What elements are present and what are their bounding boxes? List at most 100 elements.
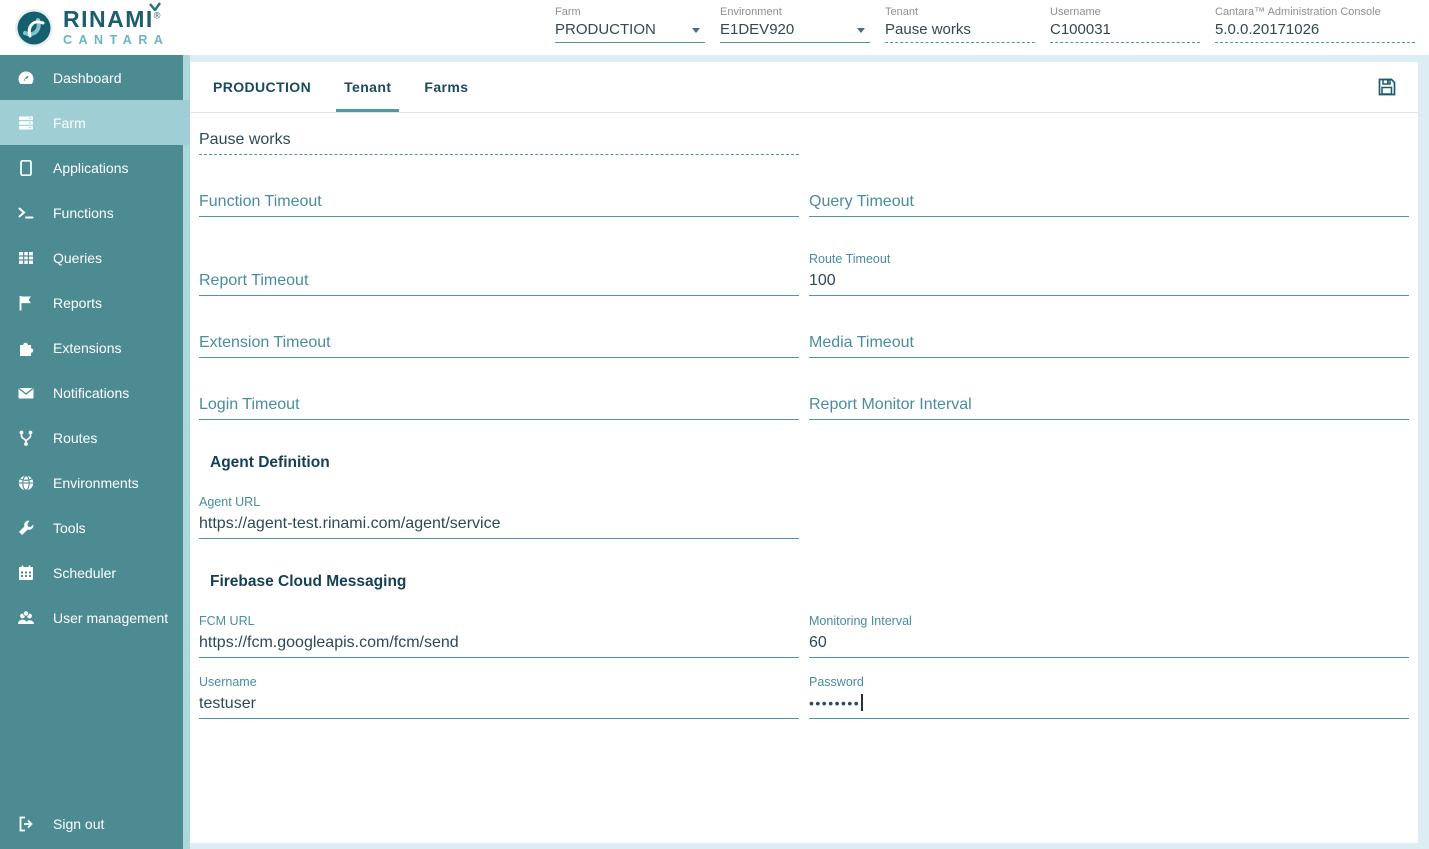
form-row: Username testuser Password ••••••••	[199, 674, 1409, 719]
calendar-icon	[16, 563, 36, 583]
sidebar-item-label: Queries	[53, 250, 102, 266]
route-timeout-value[interactable]: 100	[809, 268, 1409, 296]
app-header: RINAMI® CANTARA Farm PRODUCTION Environm…	[0, 0, 1429, 55]
form-row: Report Timeout Route Timeout 100	[199, 251, 1409, 296]
tenant-name-input[interactable]: Pause works	[199, 127, 799, 155]
registered-mark: ®	[154, 11, 162, 21]
tenant-name-value[interactable]: Pause works	[199, 127, 799, 155]
report-monitor-interval-input[interactable]: Report Monitor Interval	[809, 392, 1409, 420]
form-row: Pause works	[199, 127, 1409, 155]
users-icon	[16, 608, 36, 628]
console-version-value: 5.0.0.20171026	[1215, 20, 1415, 43]
query-timeout-placeholder[interactable]: Query Timeout	[809, 189, 1409, 217]
monitoring-interval-input[interactable]: Monitoring Interval 60	[809, 613, 1409, 658]
sidebar-item-label: Scheduler	[53, 565, 116, 581]
save-icon	[1376, 76, 1398, 98]
report-timeout-input[interactable]: Report Timeout	[199, 268, 799, 296]
flag-icon	[16, 293, 36, 313]
fcm-password-input[interactable]: Password ••••••••	[809, 674, 1409, 719]
sidebar-item-tools[interactable]: Tools	[0, 505, 190, 550]
tablet-icon	[16, 158, 36, 178]
extension-timeout-input[interactable]: Extension Timeout	[199, 330, 799, 358]
monitoring-interval-value[interactable]: 60	[809, 630, 1409, 658]
fcm-url-input[interactable]: FCM URL https://fcm.googleapis.com/fcm/s…	[199, 613, 799, 658]
media-timeout-placeholder[interactable]: Media Timeout	[809, 330, 1409, 358]
sidebar-item-label: Routes	[53, 430, 97, 446]
dropdown-arrow-icon[interactable]	[857, 28, 865, 33]
form-row: Agent URL https://agent-test.rinami.com/…	[199, 494, 1409, 539]
agent-url-input[interactable]: Agent URL https://agent-test.rinami.com/…	[199, 494, 799, 539]
media-timeout-input[interactable]: Media Timeout	[809, 330, 1409, 358]
wrench-icon	[16, 518, 36, 538]
sidebar-item-extensions[interactable]: Extensions	[0, 325, 190, 370]
sidebar-item-routes[interactable]: Routes	[0, 415, 190, 460]
tenant-value[interactable]: Pause works	[885, 20, 1035, 43]
tab-farms[interactable]: Farms	[421, 62, 471, 112]
sidebar-item-environments[interactable]: Environments	[0, 460, 190, 505]
environment-label: Environment	[720, 6, 870, 18]
sidebar-item-label: Environments	[53, 475, 139, 491]
sidebar-item-label: Extensions	[53, 340, 121, 356]
sidebar-nav: Dashboard Farm Applications Functions Qu…	[0, 55, 190, 849]
form-row: Extension Timeout Media Timeout	[199, 330, 1409, 358]
sidebar-item-queries[interactable]: Queries	[0, 235, 190, 280]
username-value[interactable]: C100031	[1050, 20, 1200, 43]
login-timeout-placeholder[interactable]: Login Timeout	[199, 392, 799, 420]
extension-timeout-placeholder[interactable]: Extension Timeout	[199, 330, 799, 358]
report-timeout-placeholder[interactable]: Report Timeout	[199, 268, 799, 296]
username-label: Username	[1050, 6, 1200, 18]
password-masked-value: ••••••••	[809, 695, 860, 711]
main-content-card: PRODUCTION Tenant Farms Pause works Func…	[190, 62, 1418, 843]
agent-definition-heading: Agent Definition	[210, 454, 1409, 472]
dropdown-arrow-icon[interactable]	[692, 28, 700, 33]
fcm-password-value[interactable]: ••••••••	[809, 691, 1409, 719]
fcm-username-input[interactable]: Username testuser	[199, 674, 799, 719]
text-cursor	[861, 694, 863, 711]
terminal-icon	[16, 203, 36, 223]
sidebar-item-reports[interactable]: Reports	[0, 280, 190, 325]
function-timeout-input[interactable]: Function Timeout	[199, 189, 799, 217]
environment-select[interactable]: Environment E1DEV920	[720, 6, 870, 43]
route-timeout-label: Route Timeout	[809, 251, 1409, 268]
fcm-url-label: FCM URL	[199, 613, 799, 630]
tenant-field[interactable]: Tenant Pause works	[885, 6, 1035, 43]
server-icon	[16, 113, 36, 133]
sidebar-item-applications[interactable]: Applications	[0, 145, 190, 190]
tab-tenant[interactable]: Tenant	[341, 62, 394, 112]
firebase-cloud-messaging-heading: Firebase Cloud Messaging	[210, 573, 1409, 591]
route-timeout-input[interactable]: Route Timeout 100	[809, 251, 1409, 296]
sidebar-item-label: Functions	[53, 205, 114, 221]
function-timeout-placeholder[interactable]: Function Timeout	[199, 189, 799, 217]
table-grid-icon	[16, 248, 36, 268]
sidebar-item-functions[interactable]: Functions	[0, 190, 190, 235]
sidebar-item-scheduler[interactable]: Scheduler	[0, 550, 190, 595]
login-timeout-input[interactable]: Login Timeout	[199, 392, 799, 420]
report-monitor-interval-placeholder[interactable]: Report Monitor Interval	[809, 392, 1409, 420]
logo-line1-text: RINAMI	[63, 6, 154, 32]
save-button[interactable]	[1376, 62, 1398, 112]
fcm-username-value[interactable]: testuser	[199, 691, 799, 719]
rinami-logo-icon	[14, 8, 54, 48]
query-timeout-input[interactable]: Query Timeout	[809, 189, 1409, 217]
form-row: Function Timeout Query Timeout	[199, 189, 1409, 217]
farm-select[interactable]: Farm PRODUCTION	[555, 6, 705, 43]
monitoring-interval-label: Monitoring Interval	[809, 613, 1409, 630]
envelope-icon	[16, 383, 36, 403]
tab-production[interactable]: PRODUCTION	[210, 62, 314, 112]
rinami-cantara-logo: RINAMI® CANTARA	[14, 8, 169, 48]
username-field[interactable]: Username C100031	[1050, 6, 1200, 43]
fcm-url-value[interactable]: https://fcm.googleapis.com/fcm/send	[199, 630, 799, 658]
sidebar-item-farm[interactable]: Farm	[0, 100, 190, 145]
agent-url-label: Agent URL	[199, 494, 799, 511]
sign-out-icon	[16, 814, 36, 834]
fcm-username-label: Username	[199, 674, 799, 691]
farm-value[interactable]: PRODUCTION	[555, 20, 705, 43]
form-row: FCM URL https://fcm.googleapis.com/fcm/s…	[199, 613, 1409, 658]
sidebar-item-dashboard[interactable]: Dashboard	[0, 55, 190, 100]
sidebar-item-notifications[interactable]: Notifications	[0, 370, 190, 415]
environment-value[interactable]: E1DEV920	[720, 20, 870, 43]
branch-icon	[16, 428, 36, 448]
sign-out-button[interactable]: Sign out	[0, 801, 190, 846]
sidebar-item-user-management[interactable]: User management	[0, 595, 190, 640]
agent-url-value[interactable]: https://agent-test.rinami.com/agent/serv…	[199, 511, 799, 539]
